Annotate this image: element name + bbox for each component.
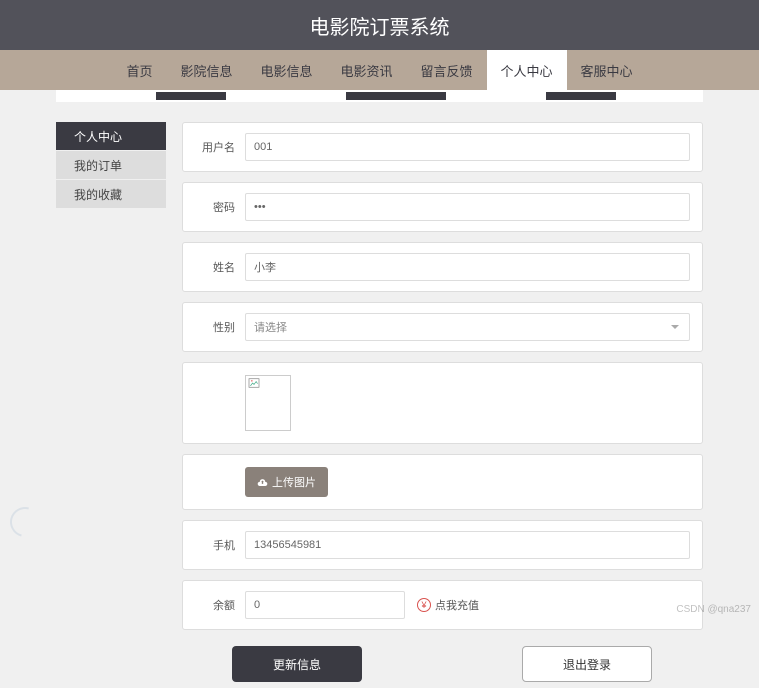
sidebar: 个人中心 我的订单 我的收藏 — [56, 122, 166, 688]
main-nav: 首页 影院信息 电影信息 电影资讯 留言反馈 个人中心 客服中心 — [0, 50, 759, 90]
input-username[interactable] — [245, 133, 690, 161]
cloud-upload-icon — [257, 477, 268, 488]
row-name: 姓名 — [182, 242, 703, 292]
content-area: 个人中心 我的订单 我的收藏 用户名 密码 姓名 性别 请选择 — [0, 102, 759, 688]
subbar-segment — [546, 92, 616, 100]
recharge-link[interactable]: ¥ 点我充值 — [417, 597, 479, 613]
main-panel: 用户名 密码 姓名 性别 请选择 — [182, 122, 703, 688]
nav-movie-info[interactable]: 电影信息 — [246, 50, 326, 90]
select-gender[interactable]: 请选择 — [245, 313, 690, 341]
yen-icon: ¥ — [417, 598, 431, 612]
input-phone[interactable] — [245, 531, 690, 559]
row-upload: 上传图片 — [182, 454, 703, 510]
nav-feedback[interactable]: 留言反馈 — [407, 50, 487, 90]
image-preview — [245, 375, 291, 431]
app-header: 电影院订票系统 — [0, 0, 759, 50]
subbar-segment — [346, 92, 446, 100]
label-password: 密码 — [195, 199, 235, 215]
nav-service-center[interactable]: 客服中心 — [567, 50, 647, 90]
input-name[interactable] — [245, 253, 690, 281]
nav-movie-news[interactable]: 电影资讯 — [326, 50, 406, 90]
broken-image-icon — [248, 378, 260, 388]
select-gender-placeholder: 请选择 — [254, 319, 287, 335]
label-balance: 余额 — [195, 597, 235, 613]
nav-user-center[interactable]: 个人中心 — [487, 50, 567, 90]
nav-cinema-info[interactable]: 影院信息 — [166, 50, 246, 90]
nav-home[interactable]: 首页 — [112, 50, 166, 90]
sub-bar — [56, 90, 703, 102]
label-username: 用户名 — [195, 139, 235, 155]
recharge-label: 点我充值 — [435, 597, 479, 613]
row-password: 密码 — [182, 182, 703, 232]
subbar-segment — [156, 92, 226, 100]
upload-button[interactable]: 上传图片 — [245, 467, 328, 497]
input-balance[interactable] — [245, 591, 405, 619]
update-button[interactable]: 更新信息 — [232, 646, 362, 682]
sidebar-item-my-orders[interactable]: 我的订单 — [56, 151, 166, 179]
logout-button[interactable]: 退出登录 — [522, 646, 652, 682]
label-name: 姓名 — [195, 259, 235, 275]
input-password[interactable] — [245, 193, 690, 221]
button-row: 更新信息 退出登录 — [182, 640, 703, 688]
sidebar-item-my-favorites[interactable]: 我的收藏 — [56, 180, 166, 208]
upload-button-label: 上传图片 — [272, 474, 316, 490]
app-title: 电影院订票系统 — [310, 11, 450, 40]
sidebar-item-user-center[interactable]: 个人中心 — [56, 122, 166, 150]
row-gender: 性别 请选择 — [182, 302, 703, 352]
row-image — [182, 362, 703, 444]
row-phone: 手机 — [182, 520, 703, 570]
row-balance: 余额 ¥ 点我充值 — [182, 580, 703, 630]
row-username: 用户名 — [182, 122, 703, 172]
label-gender: 性别 — [195, 319, 235, 335]
label-phone: 手机 — [195, 537, 235, 553]
watermark: CSDN @qna237 — [676, 604, 751, 615]
